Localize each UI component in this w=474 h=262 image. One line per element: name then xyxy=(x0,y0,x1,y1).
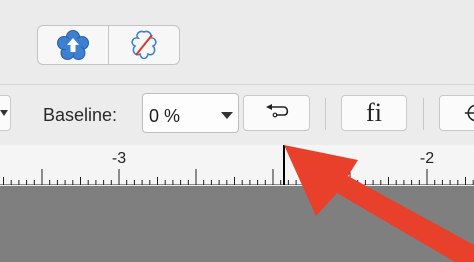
toolbar-separator xyxy=(423,98,424,130)
chevron-down-icon xyxy=(0,110,8,116)
return-arrow-icon xyxy=(265,104,288,118)
return-button[interactable] xyxy=(243,95,310,131)
ligature-icon: fi xyxy=(366,98,382,127)
flower-clear-icon xyxy=(131,30,157,60)
partial-popup-button[interactable] xyxy=(0,95,11,131)
horizontal-ruler[interactable]: -3 -2 xyxy=(0,145,474,185)
chevron-down-icon xyxy=(221,112,233,119)
crosshair-button[interactable] xyxy=(439,95,474,131)
toolbar-separator xyxy=(325,98,326,130)
crosshair-icon xyxy=(464,104,474,122)
baseline-popup[interactable]: 0 % xyxy=(142,93,239,133)
baseline-label: Baseline: xyxy=(43,105,118,125)
baseline-toolbar: Baseline: 0 % fi xyxy=(0,85,474,145)
segmented-control xyxy=(37,25,180,65)
top-toolbar xyxy=(0,0,474,84)
flower-upload-icon xyxy=(57,30,89,60)
flower-clear-button[interactable] xyxy=(108,26,179,64)
document-canvas[interactable] xyxy=(0,186,474,262)
flower-upload-button[interactable] xyxy=(38,26,108,64)
ligature-button[interactable]: fi xyxy=(341,95,407,131)
ruler-ticks xyxy=(0,145,474,185)
baseline-value: 0 % xyxy=(149,106,181,126)
